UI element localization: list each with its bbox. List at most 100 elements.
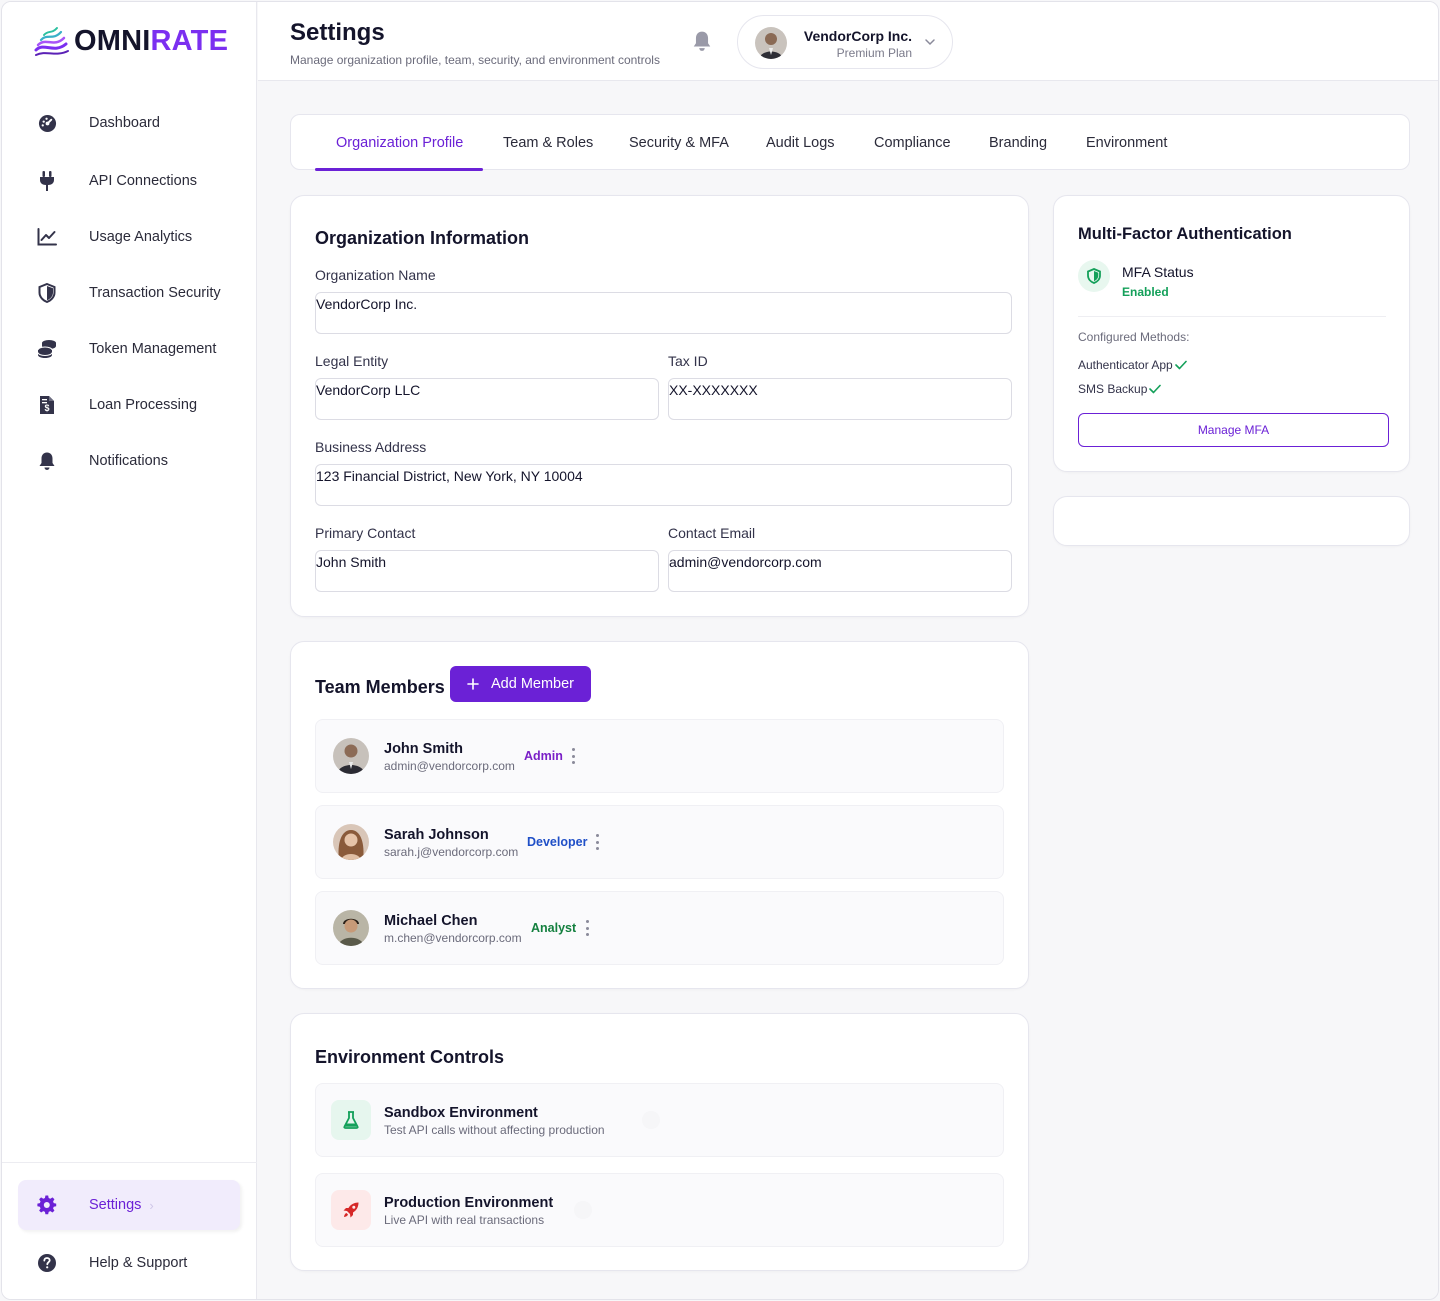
placeholder-card [1053,496,1410,546]
account-plan: Premium Plan [836,46,912,60]
mfa-method-item: Authenticator App [1078,358,1187,372]
sidebar-divider [2,1162,257,1163]
help-icon [36,1252,58,1274]
member-email: admin@vendorcorp.com [384,759,515,773]
check-icon [1149,384,1162,394]
invoice-icon: $ [36,394,58,416]
mfa-status-value: Enabled [1122,285,1169,299]
sidebar-item-transaction-security[interactable]: Transaction Security [18,270,240,316]
environment-name: Sandbox Environment [384,1105,538,1121]
sidebar-item-token-management[interactable]: Token Management [18,326,240,372]
sidebar-item-label: Dashboard [89,115,160,131]
tax-id-input[interactable] [668,378,1012,420]
brand-name-part1: OMNI [74,24,151,57]
more-options-icon[interactable] [569,746,577,766]
sidebar-item-loan-processing[interactable]: $ Loan Processing [18,382,240,428]
tab-branding[interactable]: Branding [989,115,1047,170]
sidebar-item-label: Usage Analytics [89,229,193,245]
sidebar-item-dashboard[interactable]: Dashboard [18,100,240,146]
tab-environment[interactable]: Environment [1086,115,1167,170]
more-options-icon[interactable] [593,832,601,852]
tab-team-roles[interactable]: Team & Roles [503,115,593,170]
sidebar-item-notifications[interactable]: Notifications [18,438,240,484]
configured-methods-label: Configured Methods: [1078,330,1190,344]
account-name: VendorCorp Inc. [803,28,912,44]
tab-audit-logs[interactable]: Audit Logs [766,115,835,170]
app-window: OMNIRATE Dashboard API Connections Usage… [1,1,1439,1300]
production-toggle[interactable] [574,1201,592,1219]
sidebar-item-label: Help & Support [89,1255,188,1271]
primary-contact-input[interactable] [315,550,659,592]
manage-mfa-button[interactable]: Manage MFA [1078,413,1389,447]
card-title: Multi-Factor Authentication [1078,225,1292,243]
mfa-card: Multi-Factor Authentication MFA Status E… [1053,195,1410,472]
tab-compliance[interactable]: Compliance [874,115,951,170]
tax-id-label: Tax ID [668,353,708,369]
rocket-icon [331,1190,371,1230]
role-badge: Admin [524,749,563,763]
business-address-label: Business Address [315,439,427,455]
mfa-status-label: MFA Status [1122,264,1194,280]
contact-email-label: Contact Email [668,525,756,541]
member-email: m.chen@vendorcorp.com [384,931,522,945]
team-member-row[interactable]: Sarah Johnson sarah.j@vendorcorp.com Dev… [315,805,1004,879]
plus-icon [467,678,479,690]
environment-row-production: Production Environment Live API with rea… [315,1173,1004,1247]
sidebar-item-usage-analytics[interactable]: Usage Analytics [18,214,240,260]
member-name: Sarah Johnson [384,827,489,843]
organization-info-card: Organization Information Organization Na… [290,195,1029,617]
card-title: Environment Controls [315,1047,505,1067]
legal-entity-input[interactable] [315,378,659,420]
dashboard-icon [36,112,58,134]
account-switcher[interactable]: VendorCorp Inc. Premium Plan [737,15,953,69]
sidebar-item-help-support[interactable]: Help & Support [18,1240,240,1286]
mfa-method-item: SMS Backup [1078,382,1162,396]
environment-row-sandbox: Sandbox Environment Test API calls witho… [315,1083,1004,1157]
brand-name: OMNIRATE [74,25,228,58]
bell-icon [36,450,58,472]
svg-text:$: $ [44,403,49,413]
sidebar-item-label: Settings [89,1197,142,1213]
org-name-input[interactable] [315,292,1012,334]
add-member-label: Add Member [490,676,574,692]
page-title: Settings [290,19,385,46]
team-member-row[interactable]: John Smith admin@vendorcorp.com Admin [315,719,1004,793]
check-icon [1174,360,1187,370]
sandbox-toggle[interactable] [642,1111,660,1129]
environment-description: Test API calls without affecting product… [384,1123,605,1137]
chevron-right-icon: › [149,1197,154,1213]
sidebar-item-label: API Connections [89,173,198,189]
avatar [333,824,369,860]
mfa-method-label: Authenticator App [1078,358,1173,372]
team-member-row[interactable]: Michael Chen m.chen@vendorcorp.com Analy… [315,891,1004,965]
sidebar: OMNIRATE Dashboard API Connections Usage… [2,2,257,1299]
brand-logo[interactable]: OMNIRATE [32,24,228,58]
tab-security-mfa[interactable]: Security & MFA [629,115,729,170]
logo-mark-icon [34,27,69,56]
gear-icon [36,1194,58,1216]
more-options-icon[interactable] [583,918,591,938]
business-address-input[interactable] [315,464,1012,506]
sidebar-item-api-connections[interactable]: API Connections [18,158,240,204]
chart-line-icon [36,226,58,248]
page-subtitle: Manage organization profile, team, secur… [290,53,660,67]
member-name: Michael Chen [384,913,478,929]
sidebar-item-settings[interactable]: Settings › [18,1180,240,1230]
member-name: John Smith [384,741,463,757]
sidebar-item-label: Loan Processing [89,397,198,413]
add-member-button[interactable]: Add Member [450,666,591,702]
tab-organization-profile[interactable]: Organization Profile [336,115,463,170]
sidebar-item-label: Token Management [89,341,217,357]
notifications-bell-icon[interactable] [692,30,714,52]
org-name-label: Organization Name [315,267,436,283]
shield-icon [36,282,58,304]
environment-description: Live API with real transactions [384,1213,545,1227]
legal-entity-label: Legal Entity [315,353,389,369]
divider [1078,316,1386,317]
team-members-card: Team Members Add Member John Smith admin… [290,641,1029,989]
settings-tabs: Organization Profile Team & Roles Securi… [290,114,1410,171]
plug-icon [36,170,58,192]
sidebar-item-label: Transaction Security [89,285,221,301]
contact-email-input[interactable] [668,550,1012,592]
chevron-down-icon [925,39,935,46]
